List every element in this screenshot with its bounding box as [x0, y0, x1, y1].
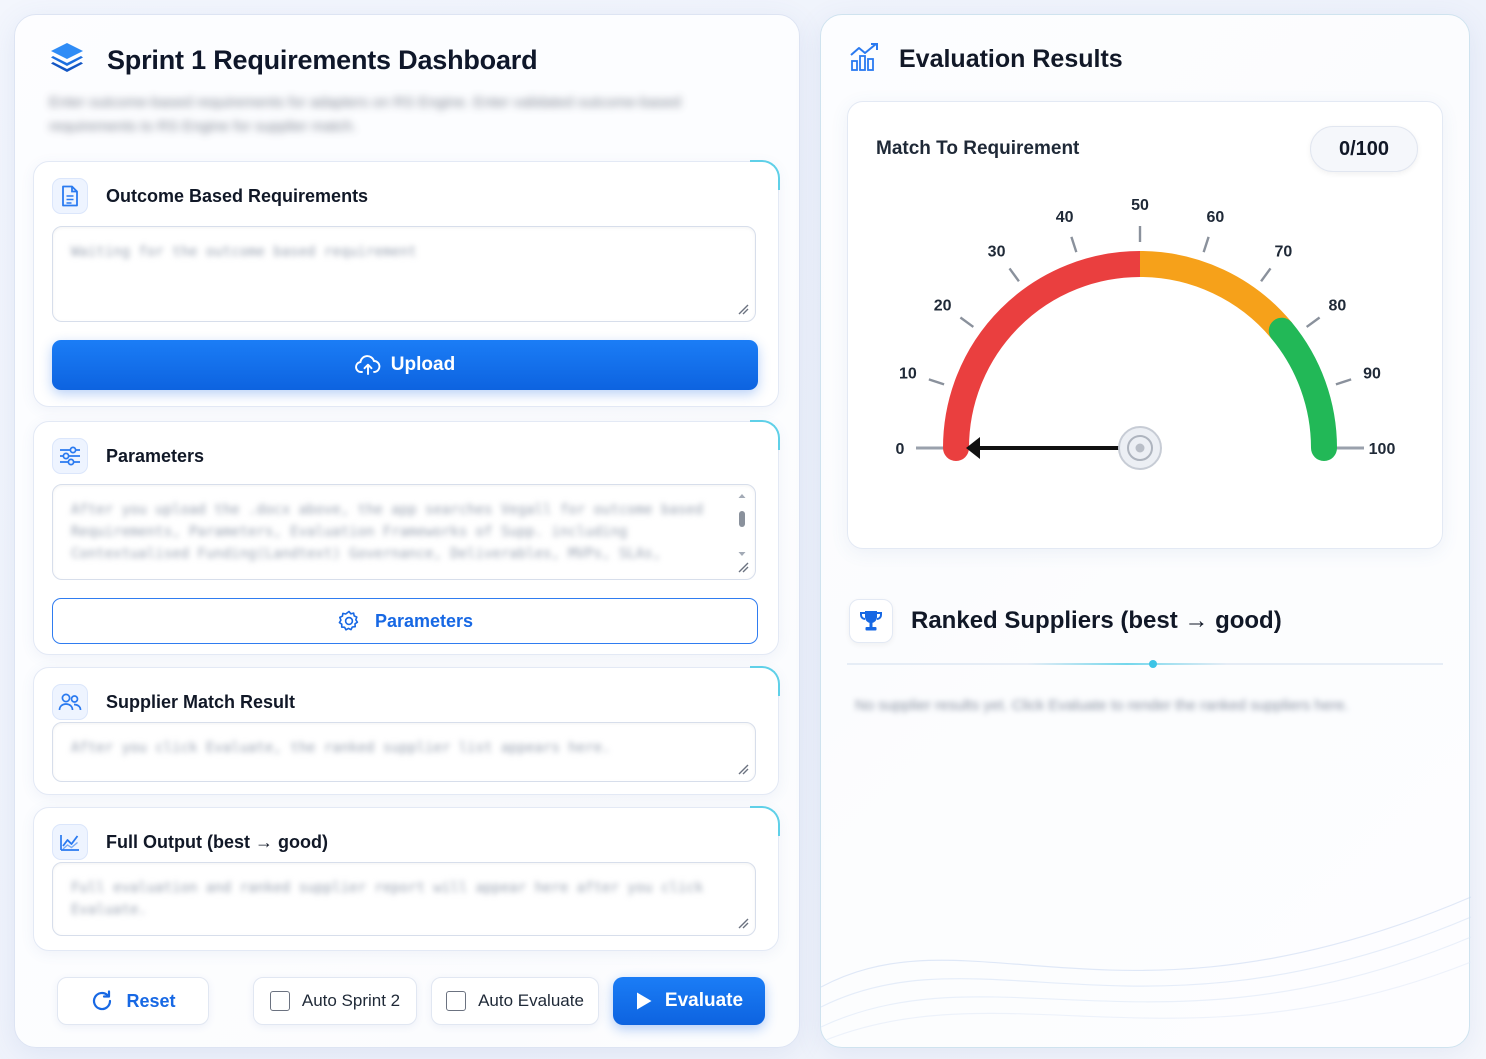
full-output-text[interactable]: Full evaluation and ranked supplier repo… — [52, 862, 756, 936]
results-title: Evaluation Results — [899, 45, 1123, 73]
gauge-tick-label-50: 50 — [1131, 197, 1149, 214]
outcome-requirements-title: Outcome Based Requirements — [106, 185, 369, 206]
parameters-button-label: Parameters — [374, 610, 474, 631]
page-title: Sprint 1 Requirements Dashboard — [107, 45, 538, 75]
outcome-requirements-placeholder: Waiting for the outcome based requiremen… — [71, 244, 417, 260]
gauge-tick-label-30: 30 — [988, 244, 1006, 261]
gauge-tick-label-100: 100 — [1369, 441, 1396, 458]
sliders-icon — [52, 438, 88, 474]
outcome-requirements-input[interactable]: Waiting for the outcome based requiremen… — [52, 226, 756, 322]
gauge-tick-label-40: 40 — [1056, 209, 1074, 226]
ranked-divider — [847, 660, 1443, 668]
decorative-wave — [821, 896, 1471, 1043]
full-output-title: Full Output (best → good) — [106, 831, 328, 852]
parameters-scrollbar[interactable] — [737, 493, 747, 557]
match-gauge: 0 10 20 30 40 50 60 70 80 90 100 — [896, 197, 1396, 470]
gauge-tick-label-0: 0 — [896, 441, 905, 458]
supplier-match-section: Supplier Match Result After you click Ev… — [33, 666, 780, 795]
gauge-tick-60 — [1202, 236, 1210, 253]
gear-icon — [338, 610, 359, 631]
upload-button-label: Upload — [390, 354, 456, 375]
auto-evaluate-checkbox[interactable] — [446, 991, 467, 1011]
results-panel: Evaluation Results Match To Requirement … — [820, 14, 1471, 1048]
supplier-match-output[interactable]: After you click Evaluate, the ranked sup… — [52, 722, 756, 782]
full-output-placeholder: Full evaluation and ranked supplier repo… — [71, 880, 704, 918]
parameters-button[interactable]: Parameters — [52, 598, 758, 644]
ranked-suppliers-empty-text: No supplier results yet. Click Evaluate … — [855, 697, 1349, 714]
play-icon — [636, 992, 652, 1010]
gauge-hub-center — [1135, 443, 1145, 453]
supplier-match-placeholder: After you click Evaluate, the ranked sup… — [71, 740, 611, 756]
parameters-section: Parameters After you upload the .docx ab… — [33, 420, 780, 655]
resize-handle-icon[interactable] — [737, 917, 749, 929]
gauge-tick-label-90: 90 — [1363, 366, 1381, 383]
chart-line-icon — [52, 824, 88, 860]
layers-icon — [49, 41, 85, 80]
users-icon — [52, 684, 88, 720]
gauge-band-2 — [1268, 317, 1337, 461]
parameters-placeholder: After you upload the .docx above, the ap… — [71, 502, 704, 562]
outcome-requirements-section: Outcome Based Requirements Waiting for t… — [33, 160, 780, 407]
page-subtitle: Enter outcome-based requirements for ada… — [49, 94, 682, 135]
gauge-band-1 — [1139, 251, 1292, 340]
requirements-panel: Sprint 1 Requirements Dashboard Enter ou… — [14, 14, 800, 1048]
ranked-suppliers-header: Ranked Suppliers (best → good) — [849, 599, 1282, 643]
upload-button[interactable]: Upload — [52, 340, 758, 390]
auto-evaluate-label: Auto Evaluate — [478, 991, 584, 1010]
ranked-suppliers-title: Ranked Suppliers (best → good) — [911, 607, 1282, 634]
gauge-tick-40 — [1070, 236, 1078, 253]
auto-evaluate-toggle[interactable]: Auto Evaluate — [431, 977, 599, 1025]
gauge-tick-30 — [1008, 267, 1020, 283]
gauge-card: Match To Requirement 0/100 0 10 20 30 40 50 60… — [847, 101, 1443, 549]
evaluate-button[interactable]: Evaluate — [613, 977, 765, 1025]
gauge-tick-label-10: 10 — [899, 366, 917, 383]
gauge-tick-label-80: 80 — [1329, 298, 1347, 315]
supplier-match-title: Supplier Match Result — [106, 691, 296, 712]
full-output-section: Full Output (best → good) Full evaluatio… — [33, 806, 780, 951]
bar-chart-growth-icon — [849, 41, 881, 78]
reset-button-label: Reset — [126, 990, 176, 1011]
auto-sprint2-label: Auto Sprint 2 — [301, 991, 401, 1010]
trophy-icon — [849, 599, 893, 643]
reset-button[interactable]: Reset — [57, 977, 209, 1025]
document-icon — [52, 178, 88, 214]
gauge-tick-80 — [1305, 316, 1321, 328]
gauge-band-0 — [943, 251, 1153, 461]
resize-handle-icon[interactable] — [737, 303, 749, 315]
auto-sprint2-toggle[interactable]: Auto Sprint 2 — [253, 977, 417, 1025]
resize-handle-icon[interactable] — [737, 763, 749, 775]
evaluate-button-label: Evaluate — [664, 990, 744, 1011]
gauge-tick-label-20: 20 — [934, 298, 952, 315]
gauge-tick-90 — [1335, 378, 1352, 386]
dashboard-header: Sprint 1 Requirements Dashboard — [49, 41, 538, 80]
auto-sprint2-checkbox[interactable] — [269, 991, 290, 1011]
gauge-tick-label-70: 70 — [1275, 244, 1293, 261]
gauge-tick-70 — [1260, 267, 1272, 283]
gauge-tick-label-60: 60 — [1207, 209, 1225, 226]
gauge-tick-10 — [928, 378, 945, 386]
cloud-upload-icon — [354, 355, 381, 375]
resize-handle-icon[interactable] — [737, 561, 749, 573]
results-header: Evaluation Results — [849, 41, 1123, 78]
refresh-icon — [93, 990, 112, 1011]
parameters-input[interactable]: After you upload the .docx above, the ap… — [52, 484, 756, 580]
gauge-tick-20 — [959, 316, 975, 328]
parameters-title: Parameters — [106, 445, 205, 466]
